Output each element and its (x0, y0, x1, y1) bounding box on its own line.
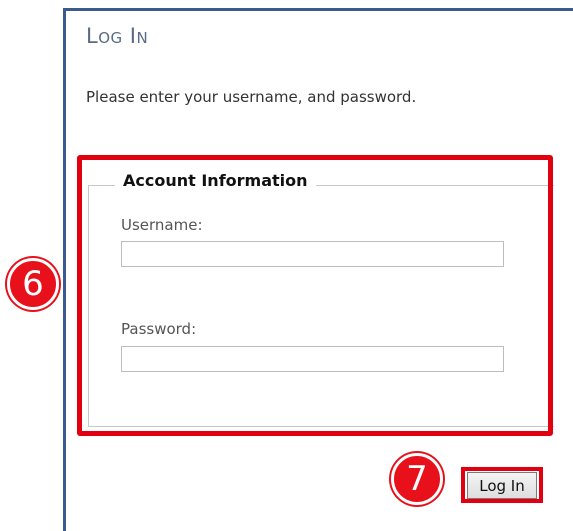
step-6-callout: 6 (7, 258, 59, 310)
instructions-text: Please enter your username, and password… (86, 88, 417, 106)
fields-highlight-box (77, 155, 553, 436)
step-7-callout: 7 (391, 453, 443, 505)
login-button[interactable]: Log In (467, 472, 537, 499)
page-title: Log In (86, 24, 149, 48)
